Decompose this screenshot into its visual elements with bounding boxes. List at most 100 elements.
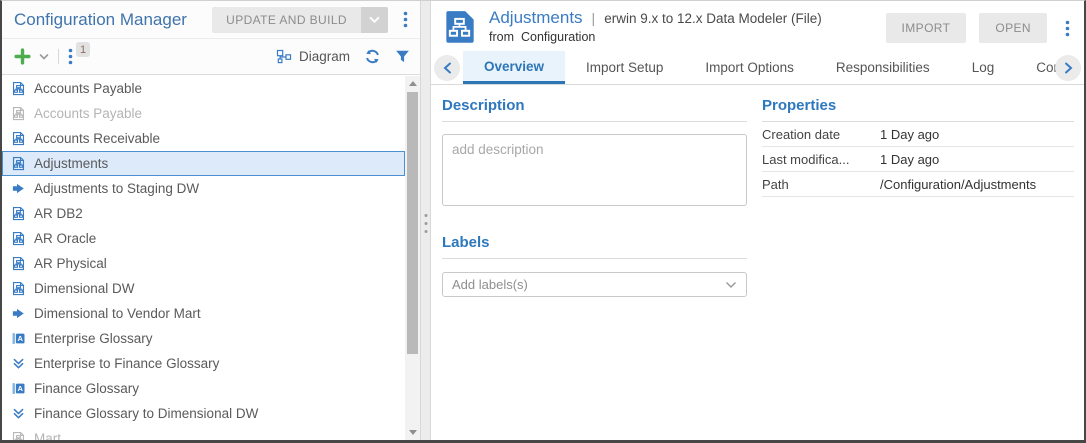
properties-heading: Properties [762, 97, 1074, 122]
tab-log[interactable]: Log [951, 51, 1016, 84]
page-title: Configuration Manager [14, 10, 187, 30]
scroll-up-arrow-icon[interactable] [405, 76, 420, 91]
description-heading: Description [442, 97, 747, 122]
model-icon [10, 280, 27, 297]
sidebar-item-label: Adjustments to Staging DW [34, 181, 199, 196]
sidebar-scrollbar[interactable] [405, 76, 420, 440]
sidebar-item[interactable]: AR Physical [2, 251, 405, 276]
tab-responsibilities[interactable]: Responsibilities [815, 51, 951, 84]
detail-subtitle: erwin 9.x to 12.x Data Modeler (File) [604, 11, 822, 26]
update-and-build-dropdown[interactable] [361, 7, 388, 33]
panel-resize-handle[interactable] [420, 1, 431, 440]
filter-button[interactable] [395, 49, 410, 64]
transition-down-icon [10, 355, 27, 372]
kebab-icon [68, 48, 73, 65]
chevron-down-icon [39, 53, 49, 61]
sidebar-item-label: AR Physical [34, 256, 107, 271]
update-and-build-label[interactable]: UPDATE AND BUILD [212, 7, 361, 33]
tab-overview[interactable]: Overview [463, 51, 565, 84]
sidebar-item[interactable]: A Enterprise Glossary [2, 326, 405, 351]
kebab-icon [1065, 20, 1070, 37]
update-and-build-button[interactable]: UPDATE AND BUILD [212, 7, 388, 33]
sidebar-item[interactable]: Dimensional DW [2, 276, 405, 301]
transition-right-icon [10, 305, 27, 322]
sidebar-item[interactable]: Accounts Payable [2, 101, 405, 126]
import-button[interactable]: IMPORT [886, 13, 967, 43]
sidebar-item[interactable]: Accounts Payable [2, 76, 405, 101]
labels-placeholder: Add labels(s) [452, 277, 528, 292]
sidebar-item-label: AR Oracle [34, 231, 96, 246]
drag-dots-icon [424, 214, 427, 233]
sidebar-item-label: Accounts Payable [34, 106, 142, 121]
property-row: Creation date1 Day ago [762, 122, 1074, 147]
sidebar-item[interactable]: AR Oracle [2, 226, 405, 251]
sidebar-item-label: Finance Glossary to Dimensional DW [34, 406, 258, 421]
from-value: Configuration [521, 30, 595, 44]
sidebar-item-label: Mart [34, 431, 61, 440]
sidebar-item-label: Accounts Payable [34, 81, 142, 96]
sidebar-item-label: Dimensional to Vendor Mart [34, 306, 201, 321]
sidebar-item-label: Adjustments [34, 156, 108, 171]
overview-content: Description Labels Add labels(s) Propert… [431, 85, 1084, 440]
diagram-icon [276, 49, 292, 65]
tabs-scroll-left-button[interactable] [434, 55, 460, 81]
sidebar-item-label: Finance Glossary [34, 381, 139, 396]
model-icon [10, 205, 27, 222]
sidebar-item[interactable]: Finance Glossary to Dimensional DW [2, 401, 405, 426]
labels-heading: Labels [442, 234, 747, 259]
refresh-button[interactable] [364, 48, 381, 65]
transition-right-icon [10, 180, 27, 197]
detail-title: Adjustments [489, 8, 583, 28]
chevron-right-icon [1064, 62, 1073, 74]
chevron-down-icon [369, 16, 380, 24]
sidebar-item[interactable]: Adjustments [2, 151, 405, 176]
property-name: Creation date [762, 127, 880, 142]
svg-text:A: A [17, 384, 23, 393]
scrollbar-thumb[interactable] [407, 92, 418, 354]
sidebar-item[interactable]: Accounts Receivable [2, 126, 405, 151]
description-input[interactable] [442, 134, 747, 206]
labels-select[interactable]: Add labels(s) [442, 272, 747, 297]
property-row: Path/Configuration/Adjustments [762, 172, 1074, 197]
sidebar-item[interactable]: A Finance Glossary [2, 376, 405, 401]
breadcrumb: fromConfiguration [489, 30, 822, 44]
property-value: 1 Day ago [880, 152, 939, 167]
sidebar-item[interactable]: Mart [2, 426, 405, 440]
tab-list: OverviewImport SetupImport OptionsRespon… [463, 51, 1084, 84]
chevron-down-icon [725, 281, 737, 289]
add-dropdown-button[interactable] [39, 53, 49, 61]
model-icon [10, 105, 27, 122]
scroll-down-arrow-icon[interactable] [405, 425, 420, 440]
sidebar-item[interactable]: Dimensional to Vendor Mart [2, 301, 405, 326]
properties-table: Creation date1 Day agoLast modifica...1 … [762, 122, 1074, 197]
sidebar-item-label: AR DB2 [34, 206, 83, 221]
property-row: Last modifica...1 Day ago [762, 147, 1074, 172]
toolbar-separator [58, 49, 59, 64]
object-list: Accounts Payable Accounts Payable Accounts… [2, 76, 405, 440]
model-icon [10, 130, 27, 147]
left-panel-menu-button[interactable] [398, 10, 412, 30]
sidebar-item[interactable]: Enterprise to Finance Glossary [2, 351, 405, 376]
pending-actions-button[interactable]: 1 [68, 48, 73, 65]
tabs-scroll-right-button[interactable] [1055, 55, 1081, 81]
model-icon [10, 230, 27, 247]
sidebar-item[interactable]: Adjustments to Staging DW [2, 176, 405, 201]
diagram-toggle[interactable]: Diagram [276, 49, 350, 65]
open-button[interactable]: OPEN [979, 13, 1047, 43]
tab-import-options[interactable]: Import Options [684, 51, 815, 84]
glossary-icon: A [10, 330, 27, 347]
add-button[interactable] [14, 48, 31, 65]
property-value: 1 Day ago [880, 127, 939, 142]
transition-down-icon [10, 405, 27, 422]
model-icon [10, 255, 27, 272]
tabs-bar: OverviewImport SetupImport OptionsRespon… [431, 51, 1084, 85]
left-panel-toolbar: 1 Diagram [2, 39, 420, 75]
sidebar-item-label: Enterprise Glossary [34, 331, 153, 346]
model-icon [10, 80, 27, 97]
detail-menu-button[interactable] [1060, 18, 1074, 38]
detail-panel: Adjustments | erwin 9.x to 12.x Data Mod… [431, 1, 1084, 440]
tab-import-setup[interactable]: Import Setup [565, 51, 684, 84]
chevron-left-icon [443, 62, 452, 74]
sidebar-item[interactable]: AR DB2 [2, 201, 405, 226]
kebab-icon [403, 11, 408, 28]
